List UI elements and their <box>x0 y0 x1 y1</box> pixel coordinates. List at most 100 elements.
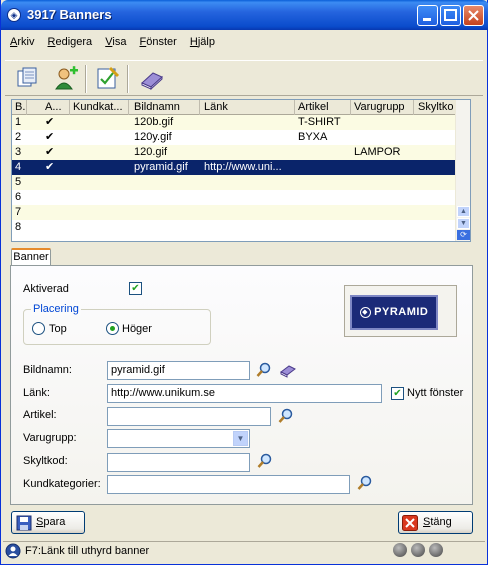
lank-field[interactable]: http://www.unikum.se <box>107 384 382 403</box>
search-icon <box>256 362 271 377</box>
toolbar-separator <box>85 65 87 93</box>
bildnamn-label: Bildnamn: <box>23 364 72 376</box>
app-window: ◈ 3917 Banners Arkiv Redigera Visa Fönst… <box>0 0 488 565</box>
table-row[interactable]: 2 ✔ 120y.gif BYXA <box>12 130 457 145</box>
status-text: F7:Länk till uthyrd banner <box>25 545 150 557</box>
status-light-icon <box>411 543 425 557</box>
cell-active: ✔ <box>45 131 55 143</box>
kundkategorier-field[interactable] <box>107 475 350 494</box>
cell-lank <box>201 190 295 205</box>
table-row[interactable]: 1 ✔ 120b.gif T-SHIRT <box>12 115 457 130</box>
title-bar[interactable]: ◈ 3917 Banners <box>1 0 488 30</box>
cell-kundkategori <box>70 115 130 130</box>
menu-arkiv-rest: rkiv <box>17 36 35 48</box>
banner-table[interactable]: B... A... Kundkat... Bildnamn Länk Artik… <box>11 99 471 242</box>
column-header[interactable]: A... <box>42 100 70 115</box>
radio-top[interactable] <box>32 322 45 335</box>
column-header[interactable]: Artikel <box>295 100 351 115</box>
cell-artikel: T-SHIRT <box>298 116 341 128</box>
toolbar <box>5 60 483 96</box>
vertical-scrollbar[interactable]: ▲ ▼ ⟳ <box>455 100 470 241</box>
kundkategorier-label: Kundkategorier: <box>23 478 101 490</box>
cell-artikel <box>295 205 351 220</box>
cell-active <box>42 205 70 220</box>
stang-button[interactable]: Stäng <box>398 511 473 534</box>
menu-redigera[interactable]: Redigera <box>43 33 98 51</box>
radio-selected-dot <box>110 326 115 331</box>
cell-skyltkod <box>415 190 457 205</box>
tab-banner[interactable]: Banner <box>11 248 51 266</box>
bildnamn-library-button[interactable] <box>280 362 296 378</box>
column-header[interactable]: Skyltko <box>415 100 457 115</box>
artikel-search-button[interactable] <box>278 408 294 424</box>
column-header[interactable]: Kundkat... <box>70 100 129 115</box>
table-row[interactable]: 4 ✔ pyramid.gif http://www.uni... <box>12 160 457 175</box>
cell-bildnamn: 120b.gif <box>134 116 174 128</box>
cell-varugrupp <box>351 115 415 130</box>
cell-skyltkod <box>415 130 457 145</box>
stang-label: Stäng <box>423 512 452 533</box>
close-button[interactable] <box>463 5 484 26</box>
column-header[interactable]: Länk <box>201 100 295 115</box>
column-header[interactable]: Bildnamn <box>131 100 200 115</box>
table-row[interactable]: 3 ✔ 120.gif LAMPOR <box>12 145 457 160</box>
nytt-fonster-checkbox[interactable]: ✔ <box>391 387 404 400</box>
menu-visa[interactable]: Visa <box>100 33 131 51</box>
varugrupp-select[interactable]: ▼ <box>107 429 250 448</box>
skyltkod-search-button[interactable] <box>257 453 273 469</box>
cell-bildnamn: pyramid.gif <box>134 161 188 173</box>
status-bar: F7:Länk till uthyrd banner <box>3 541 485 561</box>
cell-id: 2 <box>15 131 22 143</box>
add-user-icon <box>55 66 78 90</box>
chevron-down-icon[interactable]: ▼ <box>233 431 248 446</box>
cell-skyltkod <box>415 145 457 160</box>
menu-fonster[interactable]: Fönster <box>135 33 182 51</box>
book-button[interactable] <box>137 65 167 93</box>
cell-lank <box>201 130 295 145</box>
menu-hjalp-rest: jälp <box>197 36 215 48</box>
skyltkod-field[interactable] <box>107 453 250 472</box>
copy-button[interactable] <box>13 65 43 93</box>
bildnamn-search-button[interactable] <box>256 362 272 378</box>
bildnamn-field[interactable]: pyramid.gif <box>107 361 250 380</box>
cell-kundkategori <box>70 220 130 235</box>
cell-skyltkod <box>415 205 457 220</box>
cell-lank <box>201 205 295 220</box>
book-icon <box>280 365 296 378</box>
menu-arkiv[interactable]: Arkiv <box>5 33 39 51</box>
table-row[interactable]: 8 <box>12 220 457 235</box>
menu-hjalp[interactable]: Hjälp <box>185 33 220 51</box>
cell-artikel <box>295 175 351 190</box>
artikel-field[interactable] <box>107 407 271 426</box>
table-row[interactable]: 6 <box>12 190 457 205</box>
user-icon <box>5 543 21 559</box>
minimize-button[interactable] <box>417 5 438 26</box>
table-header: B... A... Kundkat... Bildnamn Länk Artik… <box>12 100 457 115</box>
artikel-label: Artikel: <box>23 409 57 421</box>
cell-artikel <box>295 220 351 235</box>
spara-button[interactable]: Spara <box>11 511 85 534</box>
refresh-icon[interactable]: ⟳ <box>457 230 470 240</box>
cell-varugrupp: LAMPOR <box>354 146 401 158</box>
radio-hoger[interactable] <box>106 322 119 335</box>
banner-preview: ◆ PYRAMID <box>344 285 457 337</box>
column-header[interactable]: B... <box>12 100 27 115</box>
cell-varugrupp <box>351 175 415 190</box>
table-row[interactable]: 5 <box>12 175 457 190</box>
aktiverad-checkbox[interactable]: ✔ <box>129 282 142 295</box>
edit-button[interactable] <box>93 65 123 93</box>
kundkategorier-search-button[interactable] <box>357 475 373 491</box>
cell-kundkategori <box>70 190 130 205</box>
copy-icon <box>17 67 37 87</box>
scroll-down-icon[interactable]: ▼ <box>457 218 470 229</box>
save-icon <box>16 515 32 531</box>
table-row[interactable]: 7 <box>12 205 457 220</box>
cell-bildnamn: 120y.gif <box>134 131 172 143</box>
close-icon <box>402 515 418 531</box>
maximize-button[interactable] <box>440 5 461 26</box>
window-title: 3917 Banners <box>27 7 112 22</box>
scroll-up-icon[interactable]: ▲ <box>457 206 470 217</box>
add-user-button[interactable] <box>51 65 81 93</box>
column-header[interactable]: Varugrupp <box>351 100 414 115</box>
minimize-icon <box>423 18 431 21</box>
